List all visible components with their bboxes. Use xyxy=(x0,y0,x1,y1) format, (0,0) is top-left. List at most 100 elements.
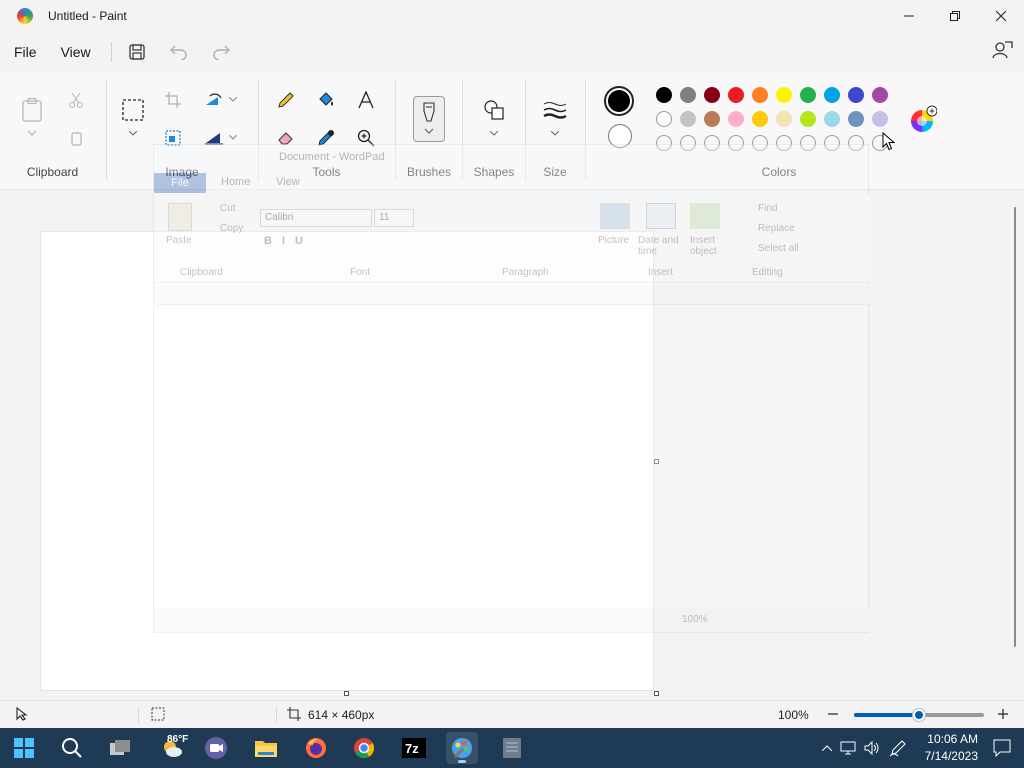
shapes-button[interactable] xyxy=(482,98,506,122)
select-dropdown[interactable] xyxy=(125,128,141,140)
restore-button[interactable] xyxy=(932,0,978,32)
magnifier-tool[interactable] xyxy=(355,128,377,148)
brushes-button[interactable] xyxy=(413,96,445,142)
text-tool[interactable] xyxy=(355,90,377,110)
palette-color-swatch[interactable] xyxy=(848,111,864,127)
pen-button[interactable] xyxy=(884,728,912,768)
file-explorer-button[interactable] xyxy=(250,732,282,764)
pencil-tool[interactable] xyxy=(275,90,297,110)
palette-color-swatch[interactable] xyxy=(776,87,792,103)
paste-dropdown[interactable] xyxy=(24,128,40,140)
clock-date: 7/14/2023 xyxy=(924,749,978,763)
palette-color-swatch[interactable] xyxy=(848,87,864,103)
restore-icon xyxy=(950,11,960,21)
zoom-slider-thumb[interactable] xyxy=(913,709,925,721)
magnifier-icon xyxy=(357,129,375,147)
chrome-button[interactable] xyxy=(348,732,380,764)
rotate-dropdown[interactable] xyxy=(227,94,239,106)
palette-color-swatch[interactable] xyxy=(800,111,816,127)
palette-color-swatch[interactable] xyxy=(752,87,768,103)
palette-color-swatch[interactable] xyxy=(680,87,696,103)
palette-color-swatch[interactable] xyxy=(752,111,768,127)
palette-color-swatch[interactable] xyxy=(824,111,840,127)
flip-dropdown[interactable] xyxy=(227,132,239,144)
size-button[interactable] xyxy=(542,100,568,120)
volume-button[interactable] xyxy=(860,728,884,768)
title-bar: Untitled - Paint xyxy=(0,0,1024,32)
weather-widget[interactable]: 86°F xyxy=(152,732,192,764)
palette-color-swatch[interactable] xyxy=(680,111,696,127)
selection-size xyxy=(150,706,166,722)
resize-handle-bottom[interactable] xyxy=(344,691,349,696)
show-hidden-icons-button[interactable] xyxy=(818,728,836,768)
palette-color-swatch[interactable] xyxy=(824,87,840,103)
custom-color-slot[interactable] xyxy=(800,135,816,151)
7zip-button[interactable]: 7z xyxy=(398,732,430,764)
redo-button[interactable] xyxy=(206,37,236,67)
start-button[interactable] xyxy=(8,732,40,764)
status-separator xyxy=(138,707,139,723)
save-button[interactable] xyxy=(122,37,152,67)
clipboard-label: Clipboard xyxy=(26,165,79,179)
paint-taskbar-button[interactable] xyxy=(446,732,478,764)
close-button[interactable] xyxy=(978,0,1024,32)
palette-color-swatch[interactable] xyxy=(704,111,720,127)
rotate-button[interactable] xyxy=(203,90,225,110)
palette-color-swatch[interactable] xyxy=(728,111,744,127)
flip-button[interactable] xyxy=(203,128,225,148)
undo-button[interactable] xyxy=(164,37,194,67)
custom-color-slot[interactable] xyxy=(848,135,864,151)
firefox-button[interactable] xyxy=(300,732,332,764)
teams-chat-button[interactable] xyxy=(200,732,232,764)
resize-handle-corner[interactable] xyxy=(654,691,659,696)
resize-button[interactable] xyxy=(163,128,183,148)
secondary-color-swatch[interactable] xyxy=(608,124,632,148)
custom-color-slot[interactable] xyxy=(752,135,768,151)
custom-color-slot[interactable] xyxy=(776,135,792,151)
custom-color-slot[interactable] xyxy=(728,135,744,151)
crop-button[interactable] xyxy=(163,90,183,110)
custom-color-slot[interactable] xyxy=(704,135,720,151)
search-button[interactable] xyxy=(56,732,88,764)
vertical-scrollbar[interactable] xyxy=(1014,207,1016,647)
custom-color-slot[interactable] xyxy=(824,135,840,151)
palette-color-swatch[interactable] xyxy=(800,87,816,103)
palette-color-swatch[interactable] xyxy=(656,87,672,103)
cut-button[interactable] xyxy=(66,90,86,110)
palette-color-swatch[interactable] xyxy=(656,111,672,127)
palette-color-swatch[interactable] xyxy=(704,87,720,103)
view-menu[interactable]: View xyxy=(49,44,103,60)
share-button[interactable] xyxy=(992,39,1014,64)
palette-color-swatch[interactable] xyxy=(728,87,744,103)
color-picker-tool[interactable] xyxy=(315,128,337,148)
task-view-button[interactable] xyxy=(104,732,136,764)
zoom-slider[interactable] xyxy=(854,709,984,721)
notifications-button[interactable] xyxy=(992,738,1012,758)
eraser-tool[interactable] xyxy=(275,128,297,148)
custom-color-slot[interactable] xyxy=(656,135,672,151)
select-button[interactable] xyxy=(121,98,145,122)
paste-button[interactable] xyxy=(20,96,44,124)
primary-color-swatch[interactable] xyxy=(604,86,634,116)
palette-color-swatch[interactable] xyxy=(872,87,888,103)
zoom-out-button[interactable] xyxy=(826,707,840,721)
minimize-icon xyxy=(904,15,914,17)
notification-icon xyxy=(993,739,1011,757)
size-dropdown[interactable] xyxy=(547,128,563,140)
palette-color-swatch[interactable] xyxy=(776,111,792,127)
zoom-in-button[interactable] xyxy=(996,707,1010,721)
palette-color-swatch[interactable] xyxy=(872,111,888,127)
clock[interactable]: 10:06 AM 7/14/2023 xyxy=(925,731,978,765)
fill-tool[interactable] xyxy=(315,90,337,110)
copy-icon xyxy=(71,132,82,146)
edit-colors-button[interactable] xyxy=(908,104,938,134)
file-menu[interactable]: File xyxy=(2,44,49,60)
drawing-canvas[interactable] xyxy=(40,231,654,691)
network-button[interactable] xyxy=(836,728,860,768)
copy-button[interactable] xyxy=(66,128,86,148)
resize-handle-right[interactable] xyxy=(654,459,659,464)
custom-color-slot[interactable] xyxy=(680,135,696,151)
shapes-dropdown[interactable] xyxy=(486,128,502,140)
minimize-button[interactable] xyxy=(886,0,932,32)
wordpad-taskbar-button[interactable] xyxy=(496,732,528,764)
